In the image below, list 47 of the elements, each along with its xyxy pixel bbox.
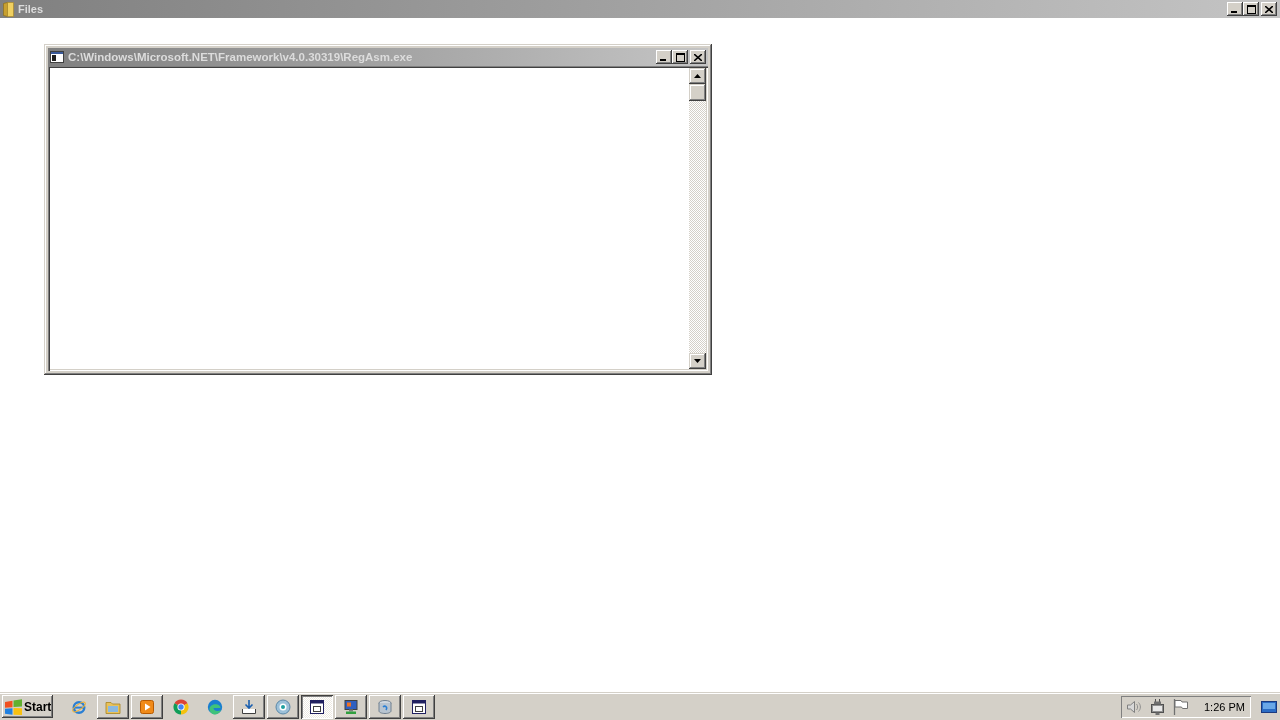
color-wheel-icon [173,698,189,715]
taskbar-button[interactable] [369,694,401,719]
minimize-button[interactable] [1227,2,1243,16]
window-title: C:\Windows\Microsoft.NET\Framework\v4.0.30319\RegAsm.exe [68,51,414,63]
start-button[interactable]: Start [2,695,53,718]
close-button[interactable] [1261,2,1277,16]
maximize-icon [675,52,685,62]
minimize-icon [660,59,666,61]
drive-icon [377,698,393,715]
window-title: Files [18,3,45,15]
maximize-button[interactable] [1243,2,1259,16]
minimize-button[interactable] [656,50,672,64]
monitor-icon[interactable] [1150,698,1165,715]
flag-icon[interactable] [1173,698,1188,715]
screen-icon[interactable] [1261,700,1277,713]
play-icon [139,698,155,715]
taskbar-button[interactable] [97,694,129,719]
download-icon [241,698,257,715]
taskbar-button[interactable] [131,694,163,719]
console-icon [50,51,64,63]
scrollbar-thumb[interactable] [689,84,706,101]
taskbar-button[interactable] [335,694,367,719]
window-icon [411,698,427,715]
vertical-scrollbar[interactable] [689,68,706,369]
folder-icon [3,1,14,17]
window-icon [309,698,325,715]
clock-time[interactable]: 1:26 PM [1204,700,1245,713]
taskbar-button[interactable] [301,694,333,719]
disc-icon [275,698,291,715]
swirl-icon [207,698,223,715]
scroll-up-button[interactable] [689,68,706,84]
flag-logo-icon [5,698,22,715]
speaker-icon[interactable] [1126,698,1142,715]
maximize-icon [1246,4,1256,14]
taskbar-button[interactable] [233,694,265,719]
computer-icon [343,698,359,715]
maximize-button[interactable] [672,50,688,64]
down-arrow-icon [694,359,701,363]
close-icon [694,53,702,61]
minimize-icon [1231,11,1237,13]
scroll-down-button[interactable] [689,353,706,369]
up-arrow-icon [694,74,701,78]
orbit-icon [71,698,87,715]
close-button[interactable] [690,50,706,64]
taskbar-button[interactable] [403,694,435,719]
close-icon [1265,5,1273,13]
taskbar-button[interactable] [267,694,299,719]
